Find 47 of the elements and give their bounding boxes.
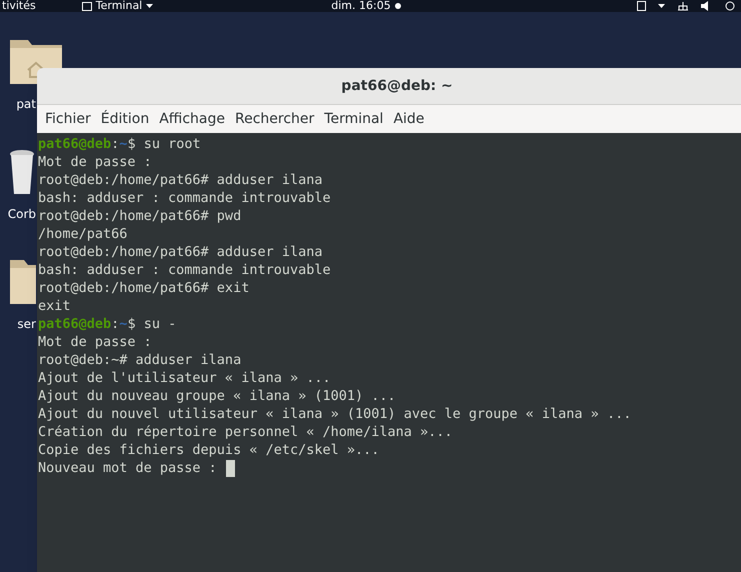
menu-item[interactable]: Édition: [96, 108, 154, 130]
clock[interactable]: dim. 16:05: [331, 0, 391, 12]
terminal-line: exit: [38, 298, 71, 314]
prompt-path: ~: [119, 315, 128, 333]
prompt-user: pat66@deb: [38, 135, 112, 153]
command-text: $ su -: [127, 315, 176, 333]
terminal-line: /home/pat66: [38, 226, 128, 242]
dot-icon: [394, 3, 401, 9]
prompt-path: ~: [119, 135, 128, 153]
activities-button[interactable]: tivités: [2, 0, 36, 12]
menu-item[interactable]: Terminal: [320, 108, 388, 130]
terminal-line: root@deb:/home/pat66# adduser ilana: [38, 172, 322, 188]
caret-icon: [146, 4, 154, 8]
terminal-line: root@deb:/home/pat66# pwd: [38, 208, 242, 224]
desktop-icon-label[interactable]: pat: [0, 96, 36, 112]
terminal-line: Mot de passe :: [38, 334, 152, 350]
menu-item[interactable]: Fichier: [41, 108, 95, 130]
prompt-separator: :: [111, 135, 120, 153]
power-icon[interactable]: [725, 1, 735, 11]
window-title: pat66@deb: ~: [341, 76, 453, 96]
network-icon[interactable]: [677, 1, 689, 11]
terminal-line: Mot de passe :: [38, 154, 152, 170]
terminal-line: Nouveau mot de passe :: [38, 459, 217, 477]
prompt-user: pat66@deb: [38, 315, 112, 333]
caret-icon: [658, 4, 665, 8]
prompt-separator: :: [111, 315, 120, 333]
terminal-line: root@deb:/home/pat66# adduser ilana: [38, 244, 322, 260]
terminal-line: Ajout de l'utilisateur « ilana » ...: [38, 370, 331, 386]
desktop-icon-label[interactable]: Corb: [0, 206, 36, 222]
terminal-icon: [82, 2, 92, 10]
app-menu[interactable]: Terminal: [96, 0, 142, 12]
terminal-line: Création du répertoire personnel « /home/ilana »...: [38, 424, 453, 440]
terminal-line: root@deb:/home/pat66# exit: [38, 280, 250, 296]
terminal-line: Copie des fichiers depuis « /etc/skel »...: [38, 442, 380, 458]
terminal-line: bash: adduser : commande introuvable: [38, 190, 331, 206]
menu-item[interactable]: Affichage: [155, 108, 229, 130]
terminal-line: Ajout du nouvel utilisateur « ilana » (1001) avec le groupe « ilana » ...: [38, 406, 632, 422]
command-text: $ su root: [127, 135, 201, 153]
menu-item[interactable]: Rechercher: [230, 108, 318, 130]
clipboard-icon[interactable]: [637, 1, 646, 11]
terminal-line: root@deb:~# adduser ilana: [38, 352, 242, 368]
trash-icon: [8, 148, 36, 196]
text-cursor: [226, 460, 235, 476]
terminal-line: bash: adduser : commande introuvable: [38, 262, 331, 278]
desktop-icon-label[interactable]: ser: [0, 316, 36, 332]
terminal-line: Ajout du nouveau groupe « ilana » (1001) ...: [38, 388, 396, 404]
menu-item[interactable]: Aide: [389, 108, 428, 130]
